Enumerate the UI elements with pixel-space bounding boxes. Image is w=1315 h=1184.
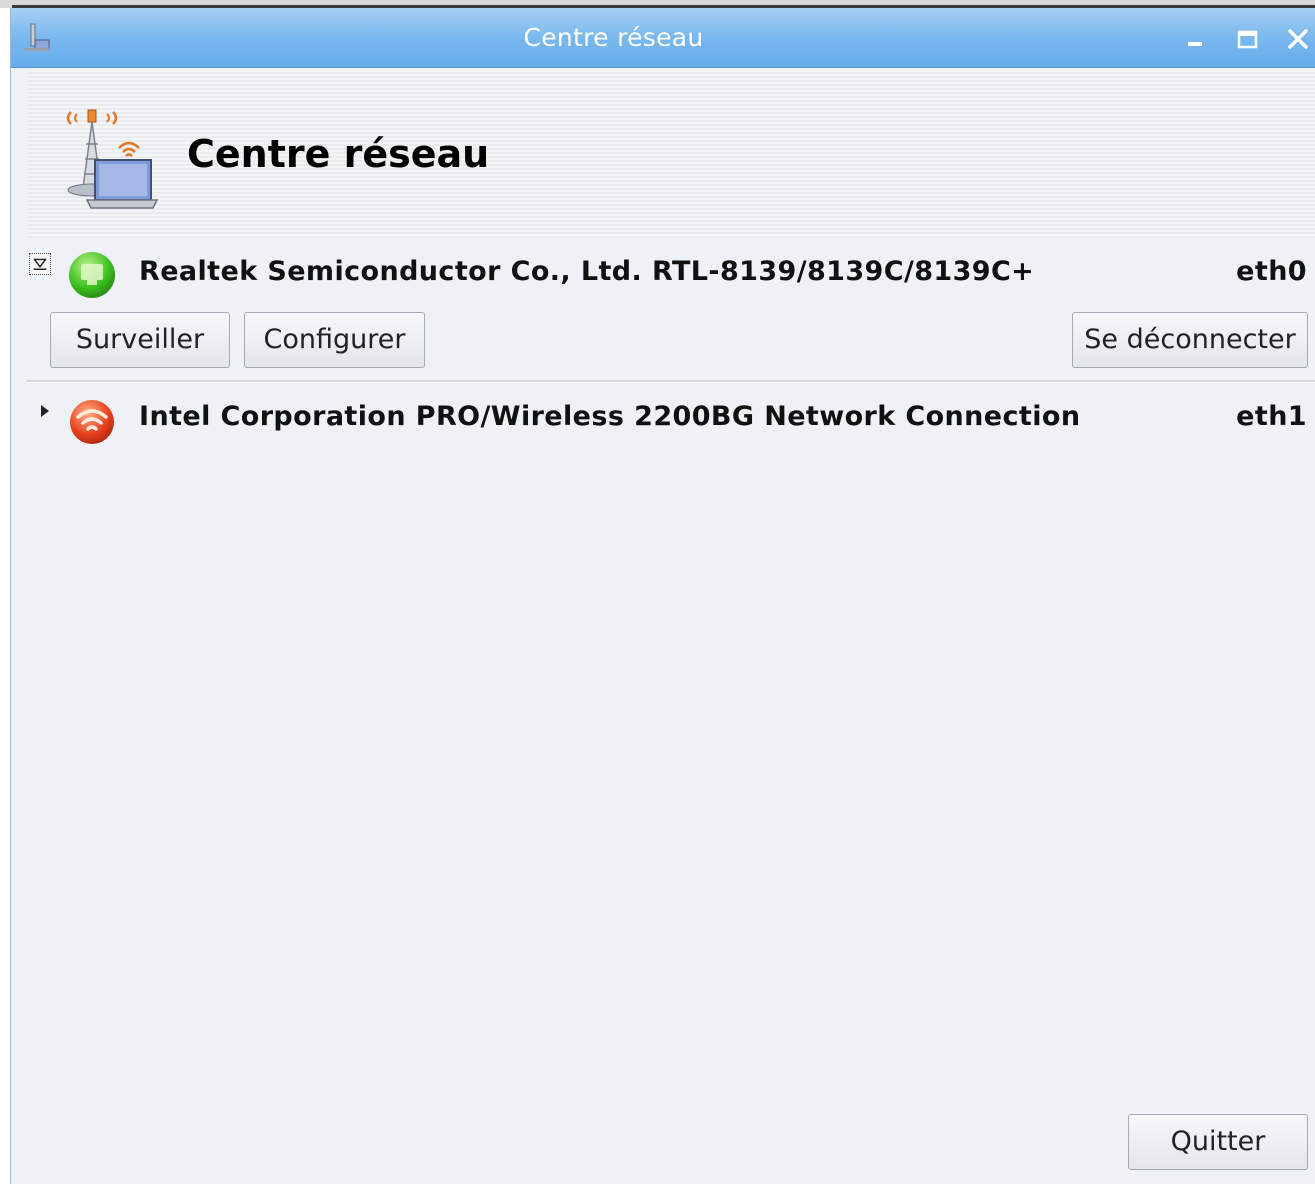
monitor-button[interactable]: Surveiller [50,312,230,368]
maximize-icon[interactable] [1233,24,1263,54]
title-bar[interactable]: Centre réseau [11,8,1315,68]
desktop-top-strip [0,0,1315,8]
device-interface: eth0 [1236,256,1307,287]
page-header: Centre réseau [27,70,1315,238]
network-center-icon [66,109,159,209]
device-name: Intel Corporation PRO/Wireless 2200BG Ne… [139,401,1081,432]
device-name: Realtek Semiconductor Co., Ltd. RTL-8139… [139,256,1035,287]
device-separator [27,380,1315,383]
wireless-disconnected-icon [70,400,114,444]
device-interface: eth1 [1236,401,1307,432]
disconnect-button[interactable]: Se déconnecter [1072,312,1308,368]
minimize-icon[interactable] [1181,24,1211,54]
connected-status-icon [69,252,115,298]
collapse-arrow-icon[interactable] [29,253,51,275]
window-title: Centre réseau [523,23,704,52]
page-title: Centre réseau [187,132,490,176]
quit-button[interactable]: Quitter [1128,1114,1308,1170]
configure-button[interactable]: Configurer [244,312,425,368]
expand-arrow-icon[interactable] [35,400,57,422]
close-icon[interactable] [1283,24,1313,54]
network-center-window: Centre réseau Centre réseau Realtek Semi… [10,8,1315,1184]
